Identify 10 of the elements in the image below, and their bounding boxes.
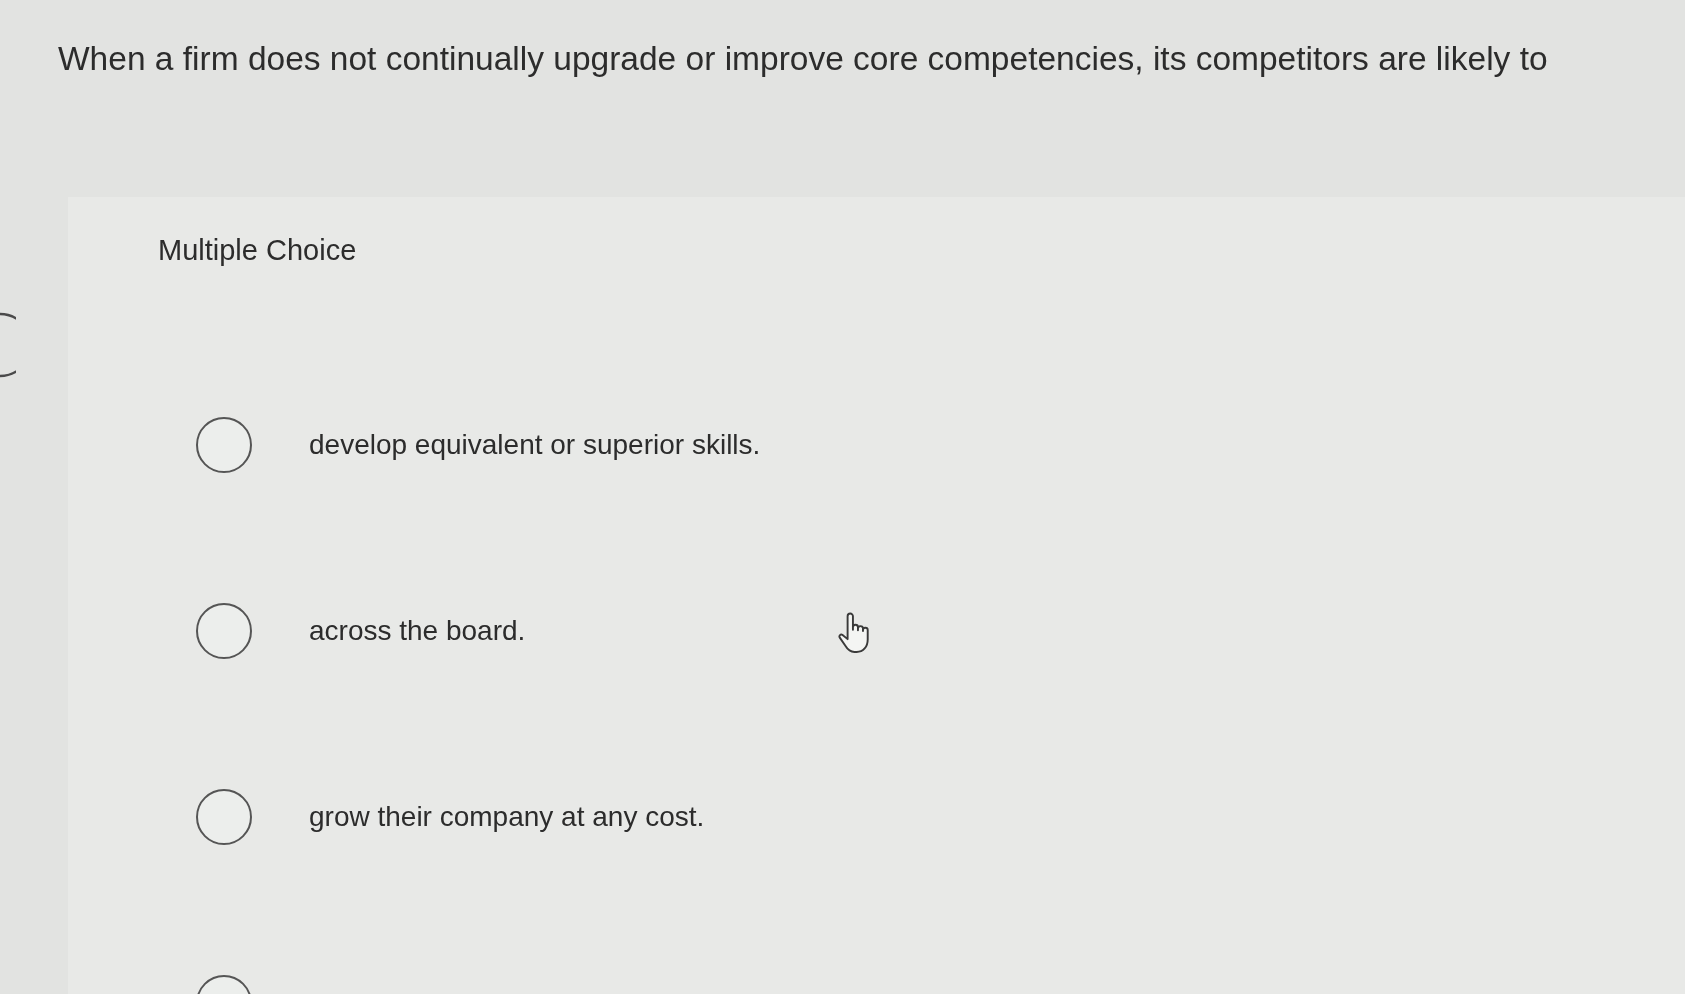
- question-type-label: Multiple Choice: [158, 233, 357, 268]
- option-label[interactable]: grow their company at any cost.: [309, 799, 705, 835]
- option-label[interactable]: across the board.: [309, 613, 526, 649]
- radio-button[interactable]: [196, 789, 252, 845]
- hand-cursor-icon: [838, 612, 872, 655]
- arc-icon: [0, 312, 16, 378]
- option-label[interactable]: develop equivalent or superior skills.: [309, 427, 761, 463]
- radio-button[interactable]: [196, 603, 252, 659]
- radio-button[interactable]: [196, 417, 252, 473]
- question-text: When a firm does not continually upgrade or improve core competencies, its competitors are likely to: [58, 39, 1548, 79]
